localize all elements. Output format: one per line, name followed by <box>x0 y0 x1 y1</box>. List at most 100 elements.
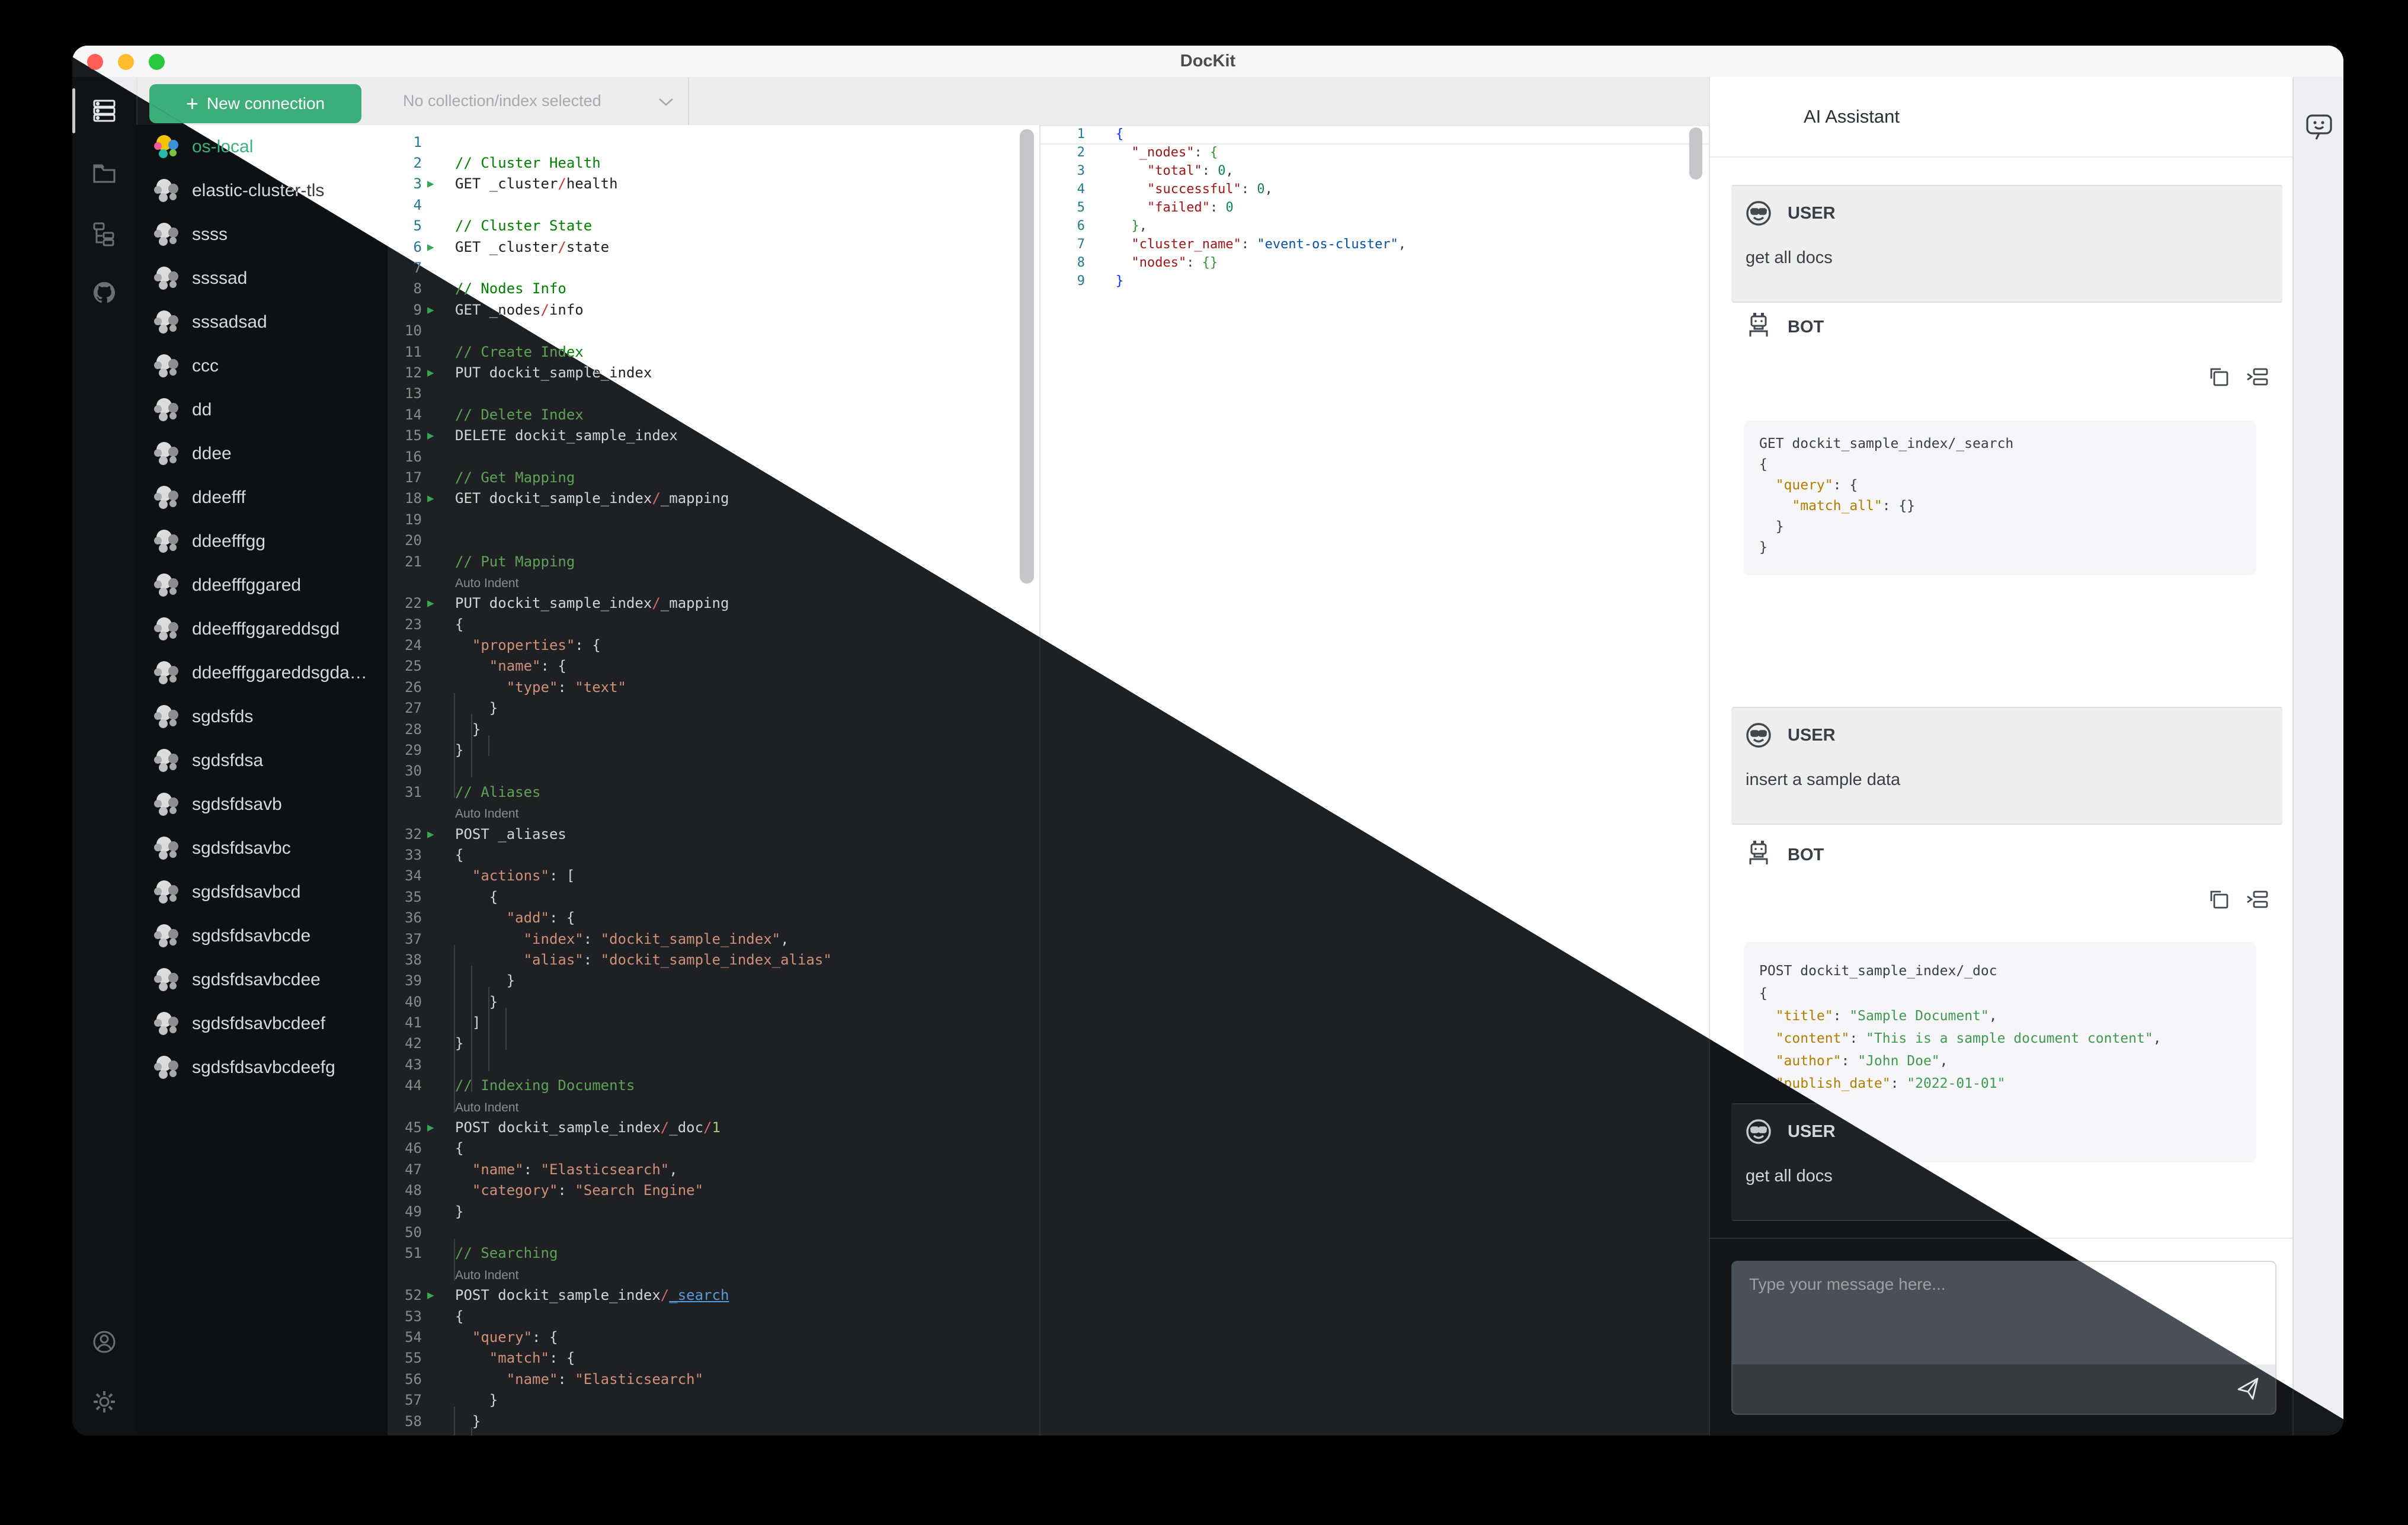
editor-line[interactable]: 24 ▶ "properties": { <box>388 635 1039 655</box>
editor-line[interactable]: 32 ▶ POST _aliases <box>388 824 1039 844</box>
connections-icon[interactable] <box>91 98 117 124</box>
settings-icon[interactable] <box>91 1389 117 1415</box>
connection-item[interactable]: ddee <box>136 432 388 476</box>
editor-line[interactable]: 44 ▶ // Indexing Documents <box>388 1075 1039 1096</box>
connection-item[interactable]: ddeefffggareddsgd <box>136 607 388 651</box>
connection-item[interactable]: ddeefffggared <box>136 563 388 607</box>
editor-scrollbar[interactable] <box>1020 129 1034 584</box>
editor-line[interactable]: 8 ▶ // Nodes Info <box>388 278 1039 299</box>
editor-line[interactable]: 6 ▶ GET _cluster/state <box>388 236 1039 257</box>
editor-line[interactable]: 52 ▶ POST dockit_sample_index/_search <box>388 1284 1039 1305</box>
editor-line[interactable]: 43 ▶ <box>388 1054 1039 1075</box>
editor-line[interactable]: ▶ Auto Indent <box>388 803 1039 824</box>
run-query-icon[interactable]: ▶ <box>422 492 455 505</box>
connection-item[interactable]: ssssad <box>136 257 388 300</box>
editor-line[interactable]: 47 ▶ "name": "Elasticsearch", <box>388 1159 1039 1180</box>
editor-line[interactable]: 37 ▶ "index": "dockit_sample_index", <box>388 928 1039 949</box>
connection-item[interactable]: sgdsfds <box>136 695 388 739</box>
connection-item[interactable]: sgdsfdsavb <box>136 783 388 826</box>
editor-line[interactable]: 5 ▶ // Cluster State <box>388 216 1039 236</box>
connection-item[interactable]: sgdsfdsavbcd <box>136 870 388 914</box>
editor-line[interactable]: 25 ▶ "name": { <box>388 656 1039 677</box>
copy-icon[interactable] <box>2208 366 2230 387</box>
run-query-icon[interactable]: ▶ <box>422 177 455 190</box>
copy-icon[interactable] <box>2208 889 2230 910</box>
editor-line[interactable]: 59 ▶ } <box>388 1431 1039 1436</box>
collection-select[interactable]: No collection/index selected <box>403 77 601 125</box>
editor-line[interactable]: 40 ▶ } <box>388 991 1039 1012</box>
editor-line[interactable]: 42 ▶ } <box>388 1033 1039 1054</box>
chevron-down-icon[interactable] <box>658 97 674 107</box>
editor-line[interactable]: 28 ▶ } <box>388 719 1039 739</box>
editor-line[interactable]: 46 ▶ { <box>388 1138 1039 1159</box>
insert-code-icon[interactable] <box>2245 366 2269 387</box>
connection-item[interactable]: ccc <box>136 344 388 388</box>
editor-line[interactable]: 54 ▶ "query": { <box>388 1327 1039 1347</box>
editor-line[interactable]: 39 ▶ } <box>388 970 1039 991</box>
github-icon[interactable] <box>91 280 117 306</box>
editor-line[interactable]: 51 ▶ // Searching <box>388 1243 1039 1264</box>
run-query-icon[interactable]: ▶ <box>422 1121 455 1134</box>
editor-line[interactable]: 53 ▶ { <box>388 1306 1039 1327</box>
editor-line[interactable]: 27 ▶ } <box>388 698 1039 719</box>
insert-code-icon[interactable] <box>2245 889 2269 910</box>
connection-item[interactable]: sgdsfdsavbcdee <box>136 958 388 1002</box>
line-number: 35 <box>405 888 422 905</box>
run-query-icon[interactable]: ▶ <box>422 1289 455 1302</box>
run-query-icon[interactable]: ▶ <box>422 241 455 254</box>
editor-line[interactable]: 57 ▶ } <box>388 1389 1039 1410</box>
run-query-icon[interactable]: ▶ <box>422 366 455 379</box>
code-text: { <box>455 1140 464 1157</box>
editor-line[interactable]: 36 ▶ "add": { <box>388 907 1039 928</box>
connection-item[interactable]: dd <box>136 388 388 432</box>
connection-item[interactable]: sgdsfdsavbcdeefg <box>136 1046 388 1090</box>
editor-line[interactable]: 2 ▶ // Cluster Health <box>388 152 1039 173</box>
editor-line[interactable]: 45 ▶ POST dockit_sample_index/_doc/1 <box>388 1117 1039 1138</box>
account-icon[interactable] <box>91 1329 117 1355</box>
code-text: // Searching <box>455 1245 558 1262</box>
run-query-icon[interactable]: ▶ <box>422 828 455 841</box>
connection-item[interactable]: sssadsad <box>136 300 388 344</box>
editor-line[interactable]: 34 ▶ "actions": [ <box>388 866 1039 886</box>
editor-line[interactable]: 22 ▶ PUT dockit_sample_index/_mapping <box>388 593 1039 614</box>
code-line: GET dockit_sample_index/_search <box>1759 436 2014 451</box>
code-line: "publish_date": "2022-01-01" <box>1759 1076 2006 1091</box>
editor-line[interactable]: 33 ▶ { <box>388 844 1039 865</box>
connection-item[interactable]: sgdsfdsavbc <box>136 826 388 870</box>
connection-item[interactable]: sgdsfdsa <box>136 739 388 783</box>
editor-line[interactable]: ▶ Auto Indent <box>388 1264 1039 1284</box>
editor-line[interactable]: 41 ▶ ] <box>388 1012 1039 1033</box>
structure-icon[interactable] <box>91 220 117 246</box>
editor-line[interactable]: 1 ▶ <box>388 132 1039 152</box>
run-query-icon[interactable]: ▶ <box>422 303 455 316</box>
connection-item[interactable]: sgdsfdsavbcde <box>136 914 388 958</box>
editor-line[interactable]: 30 ▶ <box>388 761 1039 781</box>
results-scrollbar[interactable] <box>1689 127 1702 180</box>
connection-item[interactable]: ddeefffgg <box>136 520 388 563</box>
connection-item[interactable]: sgdsfdsavbcdeef <box>136 1002 388 1046</box>
editor-line[interactable]: 56 ▶ "name": "Elasticsearch" <box>388 1369 1039 1389</box>
editor-line[interactable]: 3 ▶ GET _cluster/health <box>388 174 1039 194</box>
editor-line[interactable]: 7 ▶ <box>388 257 1039 278</box>
connection-item[interactable]: ddeefffggareddsgda… <box>136 651 388 695</box>
run-query-icon[interactable]: ▶ <box>422 597 455 610</box>
editor-line[interactable]: 55 ▶ "match": { <box>388 1348 1039 1369</box>
send-icon[interactable] <box>2235 1375 2261 1401</box>
ai-chat-toggle-icon[interactable] <box>2305 112 2333 143</box>
connection-item[interactable]: ddeefff <box>136 476 388 520</box>
editor-line[interactable]: 29 ▶ } <box>388 739 1039 760</box>
editor-line[interactable]: 26 ▶ "type": "text" <box>388 677 1039 697</box>
editor-line[interactable]: 31 ▶ // Aliases <box>388 781 1039 802</box>
files-icon[interactable] <box>91 160 117 186</box>
editor-line[interactable]: 48 ▶ "category": "Search Engine" <box>388 1180 1039 1201</box>
editor-line[interactable]: 58 ▶ } <box>388 1411 1039 1431</box>
editor-line[interactable]: 38 ▶ "alias": "dockit_sample_index_alias… <box>388 949 1039 970</box>
editor-line[interactable]: ▶ Auto Indent <box>388 1096 1039 1117</box>
editor-line[interactable]: 35 ▶ { <box>388 886 1039 907</box>
editor-line[interactable]: 50 ▶ <box>388 1222 1039 1242</box>
editor-line[interactable]: 49 ▶ } <box>388 1201 1039 1222</box>
run-query-icon[interactable]: ▶ <box>422 429 455 442</box>
editor-line[interactable]: 23 ▶ { <box>388 614 1039 635</box>
new-connection-button[interactable]: + New connection <box>149 84 361 123</box>
editor-line[interactable]: 4 ▶ <box>388 194 1039 215</box>
